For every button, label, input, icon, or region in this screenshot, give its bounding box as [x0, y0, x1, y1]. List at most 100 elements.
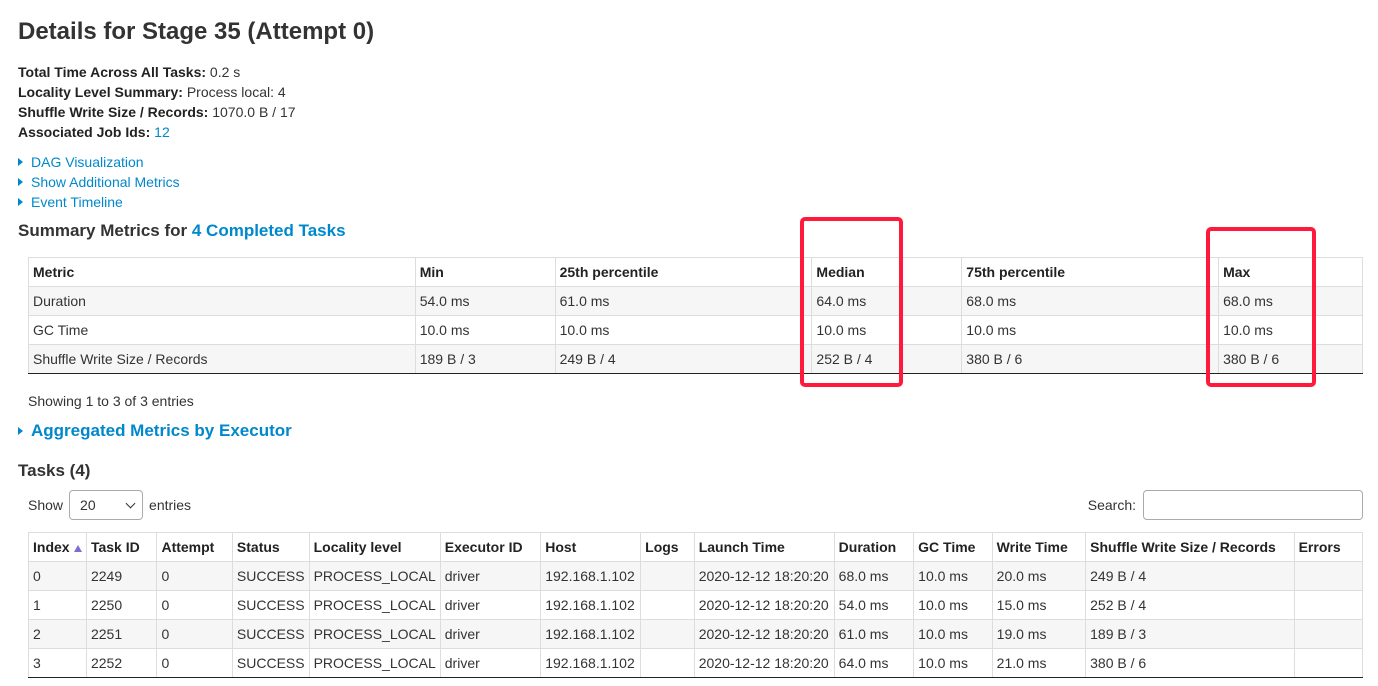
table-cell: 64.0 ms	[833, 648, 915, 678]
table-row: 3 2252 0 SUCCESS PROCESS_LOCAL driver 19…	[28, 648, 1364, 678]
table-cell: 2	[28, 619, 87, 649]
page-size-value: 20	[80, 497, 96, 513]
sort-ascending-icon	[73, 544, 82, 552]
table-cell: 0	[28, 561, 87, 591]
table-cell: driver	[439, 648, 542, 678]
table-cell: 380 B / 6	[1085, 648, 1295, 678]
table-cell: PROCESS_LOCAL	[308, 648, 441, 678]
table-cell: 252 B / 4	[811, 344, 963, 374]
table-cell: Shuffle Write Size / Records	[28, 344, 416, 374]
search-input[interactable]	[1143, 490, 1363, 520]
table-cell: 20.0 ms	[991, 561, 1087, 591]
page-size-select[interactable]: 20	[69, 490, 144, 520]
column-header[interactable]: Min	[414, 257, 556, 287]
column-header[interactable]: Shuffle Write Size / Records	[1085, 532, 1295, 562]
triangle-right-icon	[18, 178, 23, 186]
header-label: Index	[33, 539, 70, 555]
table-cell: 68.0 ms	[833, 561, 915, 591]
table-row: 2 2251 0 SUCCESS PROCESS_LOCAL driver 19…	[28, 619, 1364, 649]
summary-label: Associated Job Ids:	[18, 124, 151, 140]
column-header[interactable]: Max	[1218, 257, 1363, 287]
job-id-link[interactable]: 12	[154, 124, 170, 140]
column-header[interactable]: 25th percentile	[554, 257, 813, 287]
column-header[interactable]: Errors	[1293, 532, 1364, 562]
column-header[interactable]: Status	[231, 532, 310, 562]
table-cell: driver	[439, 561, 542, 591]
entries-label: entries	[149, 497, 192, 513]
summary-job-ids: Associated Job Ids: 12	[18, 122, 296, 142]
tasks-title: Tasks (4)	[18, 461, 91, 480]
aggregated-metrics-toggle[interactable]: Aggregated Metrics by Executor	[18, 420, 292, 442]
table-row: Shuffle Write Size / Records 189 B / 3 2…	[28, 344, 1363, 374]
table-cell: PROCESS_LOCAL	[308, 561, 441, 591]
table-cell: 10.0 ms	[913, 561, 993, 591]
triangle-right-icon	[18, 427, 23, 435]
table-cell	[640, 590, 695, 620]
column-header[interactable]: Write Time	[991, 532, 1087, 562]
table-cell	[640, 561, 695, 591]
table-cell: 2020-12-12 18:20:20	[693, 619, 835, 649]
column-header[interactable]: Task ID	[85, 532, 158, 562]
column-header[interactable]: GC Time	[913, 532, 993, 562]
completed-tasks-link[interactable]: 4 Completed Tasks	[192, 221, 346, 240]
table-cell: 192.168.1.102	[540, 561, 642, 591]
table-cell: 380 B / 6	[1218, 344, 1363, 374]
column-header[interactable]: Host	[540, 532, 642, 562]
column-header[interactable]: Duration	[833, 532, 915, 562]
column-header[interactable]: 75th percentile	[961, 257, 1220, 287]
tasks-table: Index Task ID Attempt Status Locality le…	[28, 532, 1364, 678]
search-control: Search:	[1088, 490, 1363, 520]
expander-label: Event Timeline	[31, 194, 123, 210]
table-cell: 61.0 ms	[833, 619, 915, 649]
page-length-control: Show 20 entries	[28, 490, 191, 520]
table-cell: 0	[156, 590, 233, 620]
table-cell: 10.0 ms	[1218, 315, 1363, 345]
summary-locality: Locality Level Summary: Process local: 4	[18, 82, 296, 102]
table-cell: PROCESS_LOCAL	[308, 619, 441, 649]
table-cell: 252 B / 4	[1085, 590, 1295, 620]
table-cell	[640, 648, 695, 678]
column-header[interactable]: Median	[811, 257, 963, 287]
table-cell: 54.0 ms	[414, 286, 556, 316]
table-cell: 2251	[85, 619, 158, 649]
table-cell	[640, 619, 695, 649]
column-header[interactable]: Metric	[28, 257, 416, 287]
page-title: Details for Stage 35 (Attempt 0)	[18, 18, 375, 45]
expander-list: DAG Visualization Show Additional Metric…	[18, 152, 180, 212]
column-header[interactable]: Executor ID	[439, 532, 542, 562]
table-cell: 10.0 ms	[554, 315, 813, 345]
column-header[interactable]: Attempt	[156, 532, 233, 562]
column-header[interactable]: Launch Time	[693, 532, 835, 562]
column-header[interactable]: Locality level	[308, 532, 441, 562]
table-cell: 192.168.1.102	[540, 648, 642, 678]
summary-metrics-table: Metric Min 25th percentile Median 75th p…	[28, 257, 1363, 374]
table-cell: 0	[156, 648, 233, 678]
table-cell: SUCCESS	[231, 648, 310, 678]
show-label: Show	[28, 497, 64, 513]
table-cell: driver	[439, 619, 542, 649]
summary-metrics-title: Summary Metrics for 4 Completed Tasks	[18, 220, 346, 242]
summary-label: Total Time Across All Tasks:	[18, 64, 207, 80]
table-cell: 189 B / 3	[1085, 619, 1295, 649]
table-cell: 3	[28, 648, 87, 678]
table-cell: 0	[156, 561, 233, 591]
table-cell: SUCCESS	[231, 590, 310, 620]
dag-visualization-toggle[interactable]: DAG Visualization	[18, 152, 180, 172]
summary-total-time: Total Time Across All Tasks: 0.2 s	[18, 62, 296, 82]
table-row: 0 2249 0 SUCCESS PROCESS_LOCAL driver 19…	[28, 561, 1364, 591]
table-cell: 192.168.1.102	[540, 590, 642, 620]
table-cell: 2250	[85, 590, 158, 620]
additional-metrics-toggle[interactable]: Show Additional Metrics	[18, 172, 180, 192]
table-cell: 2249	[85, 561, 158, 591]
table-cell: 10.0 ms	[913, 619, 993, 649]
summary-value: 0.2 s	[209, 64, 241, 80]
table-cell: 2252	[85, 648, 158, 678]
table-cell: 10.0 ms	[811, 315, 963, 345]
column-header-index[interactable]: Index	[28, 532, 87, 562]
column-header[interactable]: Logs	[640, 532, 695, 562]
table-header-row: Index Task ID Attempt Status Locality le…	[28, 532, 1364, 562]
event-timeline-toggle[interactable]: Event Timeline	[18, 192, 180, 212]
expander-label: Show Additional Metrics	[31, 174, 180, 190]
table-cell: 10.0 ms	[913, 590, 993, 620]
table-cell: 61.0 ms	[554, 286, 813, 316]
